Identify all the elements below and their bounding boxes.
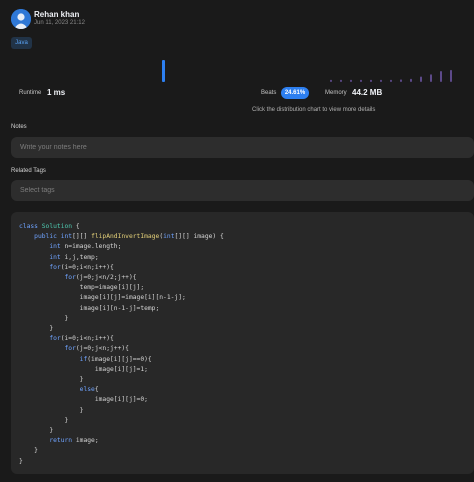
distribution-hint: Click the distribution chart to view mor… — [252, 107, 376, 113]
code-line: for(j=0;j<n;j++){ — [64, 345, 129, 353]
user-avatar-icon — [11, 9, 31, 29]
code-line: int n=image.length; — [49, 243, 122, 251]
tags-select[interactable] — [11, 180, 474, 201]
code-line: for(i=0;i<n;i++){ — [49, 335, 114, 343]
code-line: } — [19, 457, 23, 465]
runtime-distribution-bar[interactable] — [162, 60, 165, 82]
memory-bar[interactable] — [350, 79, 352, 82]
code-line: class Solution { — [19, 223, 80, 230]
code-line: } — [19, 406, 84, 414]
code-line: image[i][j]=image[i][n-1-j]; — [19, 294, 186, 302]
runtime-label: Runtime — [19, 90, 42, 96]
code-line: int i,j,temp; — [49, 253, 99, 261]
runtime-value: 1 ms — [47, 88, 66, 97]
memory-bar[interactable] — [400, 79, 402, 82]
code-line: } — [19, 376, 84, 384]
code-line: image[i][n-1-j]=temp; — [19, 304, 160, 312]
code-line: return image; — [49, 437, 99, 445]
code-line: if(image[i][j]==0){ — [79, 355, 152, 363]
code-line: else{ — [79, 386, 99, 394]
code-line: } — [19, 416, 69, 424]
user-name[interactable]: Rehan khan — [34, 10, 79, 19]
distribution-chart[interactable] — [0, 52, 474, 86]
code-line: image[i][j]=1; — [19, 365, 148, 373]
memory-label: Memory — [325, 90, 347, 96]
memory-bar[interactable] — [380, 79, 382, 82]
submission-header: Rehan khan Jun 11, 2023 21:12 — [11, 9, 471, 31]
memory-value: 44.2 MB — [352, 88, 383, 97]
memory-bar[interactable] — [440, 71, 442, 82]
code-line: } — [19, 447, 38, 455]
notes-label: Notes — [11, 124, 27, 130]
memory-bar[interactable] — [360, 79, 362, 82]
avatar[interactable] — [11, 9, 31, 29]
memory-bar[interactable] — [430, 74, 432, 82]
memory-bar[interactable] — [390, 79, 392, 82]
code-line: for(j=0;j<n/2;j++){ — [64, 274, 137, 282]
code-line: } — [19, 427, 54, 435]
memory-bar[interactable] — [420, 76, 422, 83]
related-tags-label: Related Tags — [11, 168, 46, 174]
code-line: image[i][j]=0; — [19, 396, 148, 404]
code-line: temp=image[i][j]; — [19, 284, 145, 292]
notes-input[interactable] — [11, 137, 474, 158]
code-panel[interactable]: class Solution { public int[][] flipAndI… — [11, 212, 474, 474]
beats-percentage-badge: 24.61% — [281, 87, 309, 99]
code-line: } — [19, 314, 69, 322]
code-block[interactable]: class Solution { public int[][] flipAndI… — [19, 222, 224, 467]
beats-label: Beats — [261, 90, 277, 96]
code-line: } — [19, 325, 54, 333]
memory-bar[interactable] — [450, 69, 452, 82]
memory-bar[interactable] — [370, 79, 372, 82]
language-tag: Java — [11, 37, 32, 49]
code-line: for(i=0;i<n;i++){ — [49, 263, 114, 271]
code-line: public int[][] flipAndInvertImage(int[][… — [34, 233, 224, 241]
memory-distribution-bars[interactable] — [330, 69, 452, 83]
memory-bar[interactable] — [340, 79, 342, 82]
submission-date: Jun 11, 2023 21:12 — [34, 20, 85, 26]
memory-bar[interactable] — [410, 78, 412, 82]
memory-bar[interactable] — [330, 79, 332, 82]
